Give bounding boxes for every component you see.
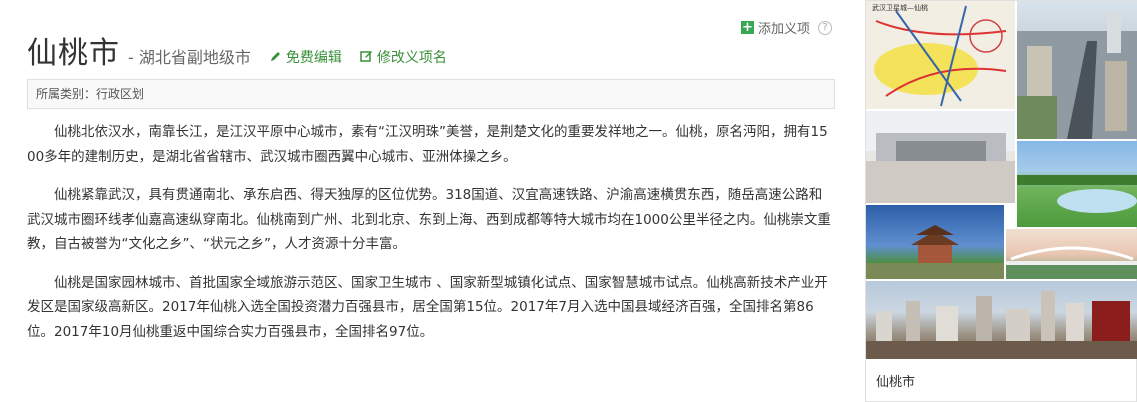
photo-album[interactable]: 武汉卫星城—仙桃 仙桃市 bbox=[865, 0, 1137, 402]
skyline-photo[interactable] bbox=[866, 281, 1137, 359]
help-icon[interactable]: ? bbox=[818, 20, 832, 35]
modify-entry-label: 修改义项名 bbox=[376, 49, 447, 66]
free-edit-button[interactable]: 免费编辑 bbox=[269, 47, 342, 67]
bridge-image bbox=[1006, 246, 1137, 279]
title-row: 仙桃市 - 湖北省副地级市 免费编辑 修改义项名 bbox=[27, 28, 447, 72]
free-edit-label: 免费编辑 bbox=[285, 49, 342, 66]
pencil-icon bbox=[270, 52, 280, 61]
paragraph: 仙桃是国家园林城市、首批国家全域旅游示范区、国家卫生城市 、国家新型城镇化试点、… bbox=[27, 274, 828, 340]
album-caption[interactable]: 仙桃市 bbox=[876, 371, 915, 390]
page-title: 仙桃市 bbox=[27, 36, 120, 71]
modify-entry-button[interactable]: 修改义项名 bbox=[360, 47, 447, 67]
map-photo[interactable]: 武汉卫星城—仙桃 bbox=[866, 1, 1015, 109]
category-box: 所属类别：行政区划 bbox=[27, 79, 835, 109]
park-image bbox=[1017, 175, 1137, 213]
pavilion-image bbox=[866, 225, 1004, 279]
station-photo[interactable] bbox=[866, 111, 1015, 203]
content-body: 仙桃北依汉水，南靠长江，是江汉平原中心城市，素有“江汉明珠”美誉，是荆楚文化的重… bbox=[27, 120, 835, 358]
edit-entry-icon bbox=[360, 51, 372, 62]
paragraph: 仙桃北依汉水，南靠长江，是江汉平原中心城市，素有“江汉明珠”美誉，是荆楚文化的重… bbox=[27, 124, 828, 165]
bridge-photo[interactable] bbox=[1006, 229, 1137, 279]
city-aerial-photo[interactable] bbox=[1017, 1, 1137, 139]
map-image: 武汉卫星城—仙桃 bbox=[866, 1, 1015, 109]
map-title: 武汉卫星城—仙桃 bbox=[872, 3, 928, 12]
album-grid[interactable]: 武汉卫星城—仙桃 bbox=[866, 1, 1137, 359]
page-subtitle: - 湖北省副地级市 bbox=[128, 48, 251, 67]
park-photo[interactable] bbox=[1017, 141, 1137, 227]
paragraph: 仙桃紧靠武汉，具有贯通南北、承东启西、得天独厚的区位优势。318国道、汉宜高速铁… bbox=[27, 187, 831, 252]
plus-icon: + bbox=[740, 20, 754, 35]
pavilion-photo[interactable] bbox=[866, 205, 1004, 279]
skyline-image bbox=[866, 291, 1137, 359]
add-entry-label: 添加义项 bbox=[757, 22, 810, 37]
add-entry-button[interactable]: + 添加义项 ? bbox=[740, 18, 832, 37]
station-image bbox=[866, 111, 1015, 203]
city-aerial-image bbox=[1017, 13, 1137, 139]
